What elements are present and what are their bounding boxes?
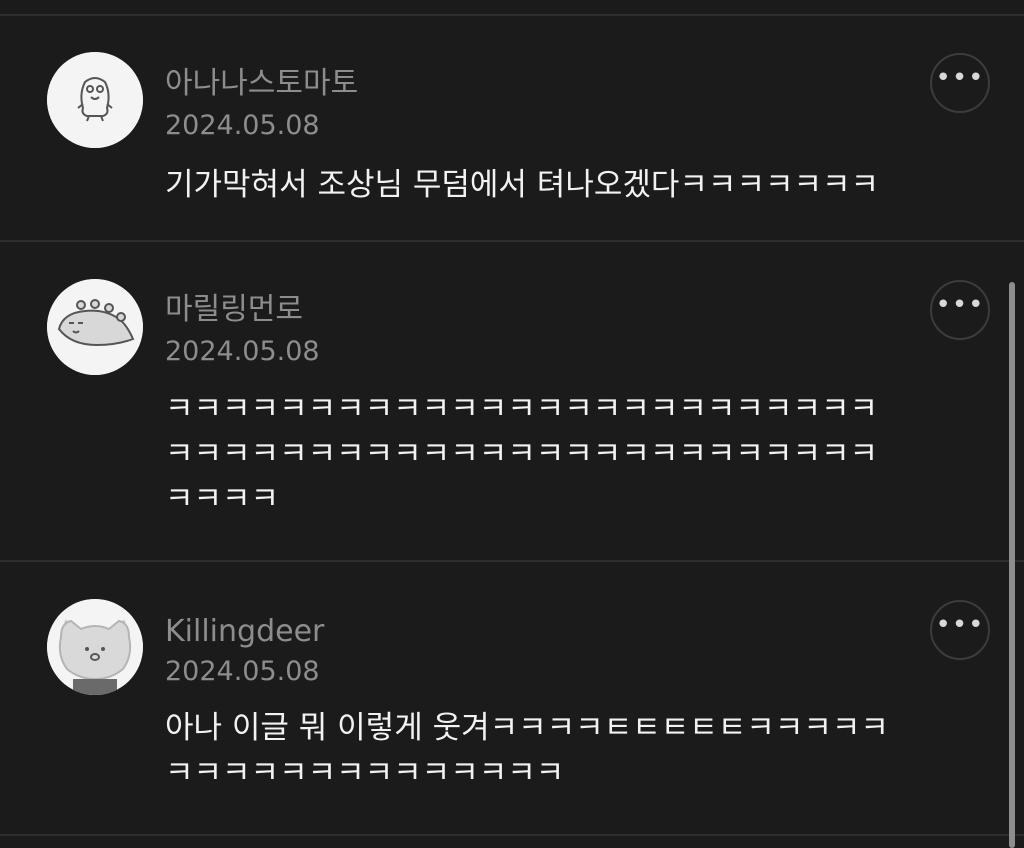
comment-line: ㅋㅋㅋㅋ xyxy=(165,481,280,517)
more-options-button[interactable]: ••• xyxy=(930,53,990,113)
scrollbar[interactable] xyxy=(1009,282,1015,848)
comment-username[interactable]: 아나나스토마토 xyxy=(165,66,358,102)
more-options-button[interactable]: ••• xyxy=(930,280,990,340)
comment-line: ㅋㅋㅋㅋㅋㅋㅋㅋㅋㅋㅋㅋㅋㅋㅋㅋㅋㅋㅋㅋㅋㅋㅋㅋㅋ xyxy=(165,391,878,427)
comment-body: 아나 이글 뭐 이렇게 웃겨ㅋㅋㅋㅋㅌㅌㅌㅌㅌㅋㅋㅋㅋㅋ ㅋㅋㅋㅋㅋㅋㅋㅋㅋㅋㅋ… xyxy=(165,706,965,796)
comment-date: 2024.05.08 xyxy=(165,110,320,141)
divider xyxy=(0,240,1024,242)
divider xyxy=(0,834,1024,836)
more-options-icon: ••• xyxy=(935,610,985,640)
more-options-icon: ••• xyxy=(935,290,985,320)
divider xyxy=(0,560,1024,562)
comment-line: 기가막혀서 조상님 무덤에서 텨나오겠다ㅋㅋㅋㅋㅋㅋㅋ xyxy=(165,167,880,203)
cat-character-icon xyxy=(47,599,143,695)
comment-line: ㅋㅋㅋㅋㅋㅋㅋㅋㅋㅋㅋㅋㅋㅋㅋㅋㅋㅋㅋㅋㅋㅋㅋㅋㅋ xyxy=(165,436,878,472)
comment-date: 2024.05.08 xyxy=(165,336,320,367)
comment-body: ㅋㅋㅋㅋㅋㅋㅋㅋㅋㅋㅋㅋㅋㅋㅋㅋㅋㅋㅋㅋㅋㅋㅋㅋㅋ ㅋㅋㅋㅋㅋㅋㅋㅋㅋㅋㅋㅋㅋㅋ… xyxy=(165,387,965,522)
comment-list-screen: 아나나스토마토 2024.05.08 기가막혀서 조상님 무덤에서 텨나오겠다ㅋ… xyxy=(0,0,1024,848)
more-options-button[interactable]: ••• xyxy=(930,600,990,660)
divider xyxy=(0,14,1024,16)
dinosaur-character-icon xyxy=(47,279,143,375)
more-options-icon: ••• xyxy=(935,63,985,93)
comment-date: 2024.05.08 xyxy=(165,656,320,687)
comment-line: 아나 이글 뭐 이렇게 웃겨ㅋㅋㅋㅋㅌㅌㅌㅌㅌㅋㅋㅋㅋㅋ xyxy=(165,710,889,746)
comment-username[interactable]: Killingdeer xyxy=(165,614,324,650)
avatar[interactable] xyxy=(47,52,143,148)
comment-body: 기가막혀서 조상님 무덤에서 텨나오겠다ㅋㅋㅋㅋㅋㅋㅋ xyxy=(165,163,965,208)
duck-character-icon xyxy=(47,52,143,148)
comment-username[interactable]: 마릴링먼로 xyxy=(165,292,303,328)
avatar[interactable] xyxy=(47,599,143,695)
comment-line: ㅋㅋㅋㅋㅋㅋㅋㅋㅋㅋㅋㅋㅋㅋ xyxy=(165,755,565,791)
avatar[interactable] xyxy=(47,279,143,375)
